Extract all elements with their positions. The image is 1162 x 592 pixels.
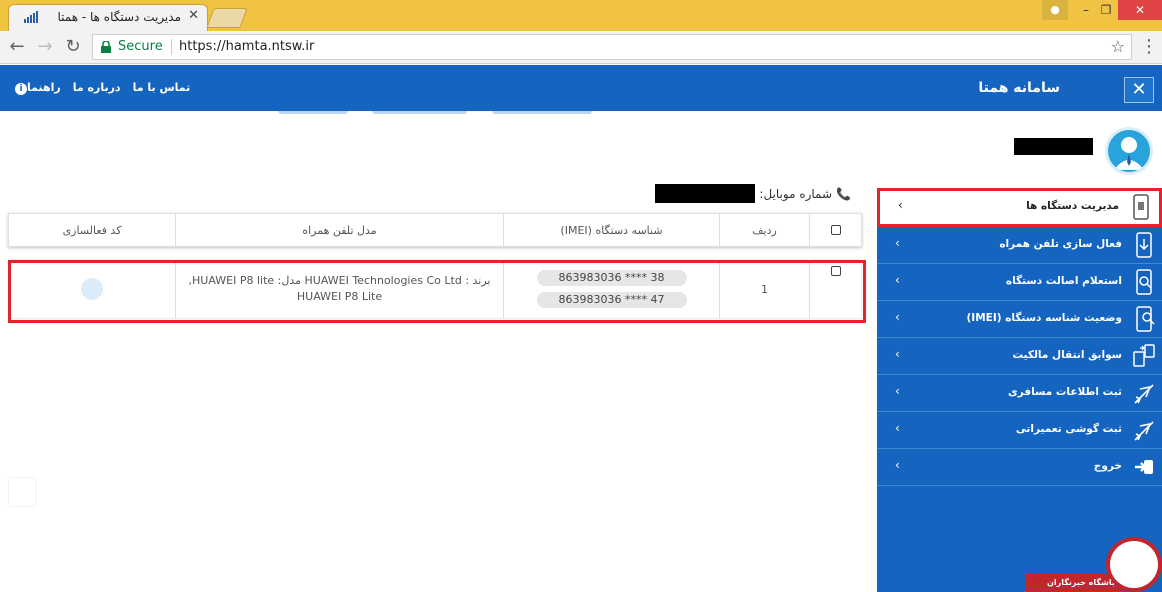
sidebar-item-imei-status[interactable]: ‹ وضعیت شناسه دستگاه (IMEI) [877, 301, 1162, 338]
phone-icon: 📞 [836, 186, 851, 201]
chevron-left-icon: ‹ [895, 458, 900, 472]
site-header: i راهنما درباره ما تماس با ما سامانه همتا… [0, 65, 1162, 111]
chevron-left-icon: ‹ [895, 236, 900, 250]
row-activation-cell [9, 260, 175, 318]
user-profile-icon[interactable]: ● [1042, 0, 1068, 20]
sidebar: ‹ مدیریت دستگاه ها ‹ فعال سازی تلفن همرا… [877, 111, 1162, 592]
close-window-button[interactable]: ✕ [1118, 0, 1162, 20]
activation-code-button[interactable] [81, 278, 103, 300]
plane-icon [1134, 384, 1154, 404]
table-row[interactable]: 1 863983036 **** 38 863983036 **** 47 بر… [8, 259, 862, 319]
transfer-icon [1133, 344, 1155, 367]
header-links: i راهنما درباره ما تماس با ما [12, 81, 190, 95]
table-header: ردیف شناسه دستگاه (IMEI) مدل تلفن همراه … [8, 213, 862, 247]
sidebar-item-label: وضعیت شناسه دستگاه (IMEI) [966, 312, 1122, 324]
model-text: برند : HUAWEI Technologies Co Ltd مدل: H… [181, 273, 499, 305]
top-button-edge[interactable] [492, 111, 592, 114]
browser-tabstrip: مدیریت دستگاه ها - همتا ✕ ● – ❐ ✕ [0, 0, 1162, 31]
sidebar-item-logout[interactable]: ‹ خروج [877, 449, 1162, 486]
chevron-left-icon: ‹ [895, 347, 900, 361]
header-index: ردیف [719, 214, 809, 246]
sidebar-item-label: ثبت اطلاعات مسافری [1008, 386, 1122, 398]
sidebar-item-activate-phone[interactable]: ‹ فعال سازی تلفن همراه [877, 227, 1162, 264]
sidebar-item-label: فعال سازی تلفن همراه [999, 238, 1122, 250]
header-activation: کد فعالسازی [62, 223, 122, 237]
sidebar-item-label: ثبت گوشی تعمیراتی [1015, 423, 1122, 435]
chevron-left-icon: ‹ [895, 273, 900, 287]
new-tab-button[interactable] [206, 8, 248, 28]
mobile-number-line: 📞 شماره موبایل: [655, 184, 851, 203]
row-model-cell: برند : HUAWEI Technologies Co Ltd مدل: H… [175, 260, 503, 318]
close-menu-icon[interactable]: ✕ [1124, 77, 1154, 103]
url-text[interactable]: https://hamta.ntsw.ir [179, 35, 314, 59]
sidebar-item-ownership-transfer[interactable]: ‹ سوابق انتقال مالکیت [877, 338, 1162, 375]
maximize-button[interactable]: ❐ [1092, 0, 1120, 20]
help-link[interactable]: i راهنما [12, 81, 61, 95]
model-line-2: HUAWEI P8 Lite [296, 290, 383, 303]
sidebar-item-label: سوابق انتقال مالکیت [1012, 349, 1122, 361]
chevron-left-icon: ‹ [898, 198, 903, 212]
redacted-mobile-number [655, 184, 756, 203]
sidebar-menu: ‹ مدیریت دستگاه ها ‹ فعال سازی تلفن همرا… [877, 188, 1162, 486]
sidebar-item-device-management[interactable]: ‹ مدیریت دستگاه ها [877, 188, 1162, 227]
main-content: 📞 شماره موبایل: ردیف شناسه دستگاه (IMEI)… [0, 111, 877, 592]
tab-title: مدیریت دستگاه ها - همتا [57, 10, 181, 24]
watermark-logo: باشگاه خبرنگاران [1026, 537, 1162, 592]
sidebar-item-label: خروج [1093, 460, 1122, 472]
bookmark-star-icon[interactable]: ☆ [1111, 35, 1125, 59]
browser-toolbar: ← → ↻ Secure https://hamta.ntsw.ir ☆ ⋮ [0, 31, 1162, 64]
browser-menu-icon[interactable]: ⋮ [1140, 36, 1158, 57]
site-title: سامانه همتا [978, 80, 1060, 96]
header-imei: شناسه دستگاه (IMEI) [503, 214, 719, 246]
imei-value: 863983036 **** 38 [536, 270, 687, 286]
devices-table: ردیف شناسه دستگاه (IMEI) مدل تلفن همراه … [8, 213, 862, 319]
info-icon: i [15, 83, 27, 95]
tab-close-icon[interactable]: ✕ [188, 8, 199, 23]
back-arrow-icon[interactable]: ← [6, 36, 28, 58]
sidebar-item-label: استعلام اصالت دستگاه [1005, 275, 1122, 287]
help-link-label: راهنما [27, 81, 61, 94]
imei-value: 863983036 **** 47 [536, 292, 687, 308]
row-imei-cell: 863983036 **** 38 863983036 **** 47 [503, 260, 719, 318]
phone-search-icon [1136, 269, 1152, 295]
phone-status-icon [1136, 306, 1155, 332]
model-line-1: برند : HUAWEI Technologies Co Ltd مدل: H… [188, 274, 491, 287]
secure-label: Secure [118, 39, 163, 54]
user-avatar-icon [1114, 137, 1144, 170]
floating-widget[interactable] [9, 478, 35, 506]
chevron-left-icon: ‹ [895, 384, 900, 398]
top-button-edge[interactable] [278, 111, 348, 114]
sidebar-item-repair-phone[interactable]: ‹ ثبت گوشی تعمیراتی [877, 412, 1162, 449]
site-favicon-icon [24, 11, 38, 23]
user-avatar[interactable] [1105, 127, 1153, 175]
phone-activate-icon [1136, 232, 1152, 258]
browser-tab[interactable]: مدیریت دستگاه ها - همتا ✕ [8, 4, 208, 31]
address-separator [171, 39, 172, 55]
chevron-left-icon: ‹ [895, 310, 900, 324]
row-checkbox[interactable] [830, 266, 841, 276]
select-all-cell [809, 214, 861, 246]
watermark-emblem-icon [1106, 537, 1162, 592]
mobile-label: شماره موبایل: [759, 186, 833, 201]
logout-icon [1135, 460, 1153, 474]
address-bar[interactable]: Secure https://hamta.ntsw.ir ☆ [92, 34, 1132, 60]
sidebar-item-authenticity-check[interactable]: ‹ استعلام اصالت دستگاه [877, 264, 1162, 301]
top-button-edge[interactable] [372, 111, 467, 114]
sidebar-item-label: مدیریت دستگاه ها [1026, 200, 1119, 212]
forward-arrow-icon[interactable]: → [34, 36, 56, 58]
lock-icon [101, 41, 111, 53]
plane-repair-icon [1134, 421, 1154, 441]
profile-panel [877, 111, 1162, 188]
select-all-checkbox[interactable] [830, 225, 841, 235]
contact-link[interactable]: تماس با ما [133, 81, 191, 95]
about-link[interactable]: درباره ما [73, 81, 121, 95]
header-model: مدل تلفن همراه [175, 214, 503, 246]
chevron-left-icon: ‹ [895, 421, 900, 435]
reload-icon[interactable]: ↻ [62, 36, 84, 58]
sidebar-item-traveler-info[interactable]: ‹ ثبت اطلاعات مسافری [877, 375, 1162, 412]
phone-manage-icon [1133, 194, 1149, 220]
row-index: 1 [719, 260, 809, 318]
row-select-cell [809, 260, 861, 318]
redacted-user-name [1014, 138, 1093, 155]
